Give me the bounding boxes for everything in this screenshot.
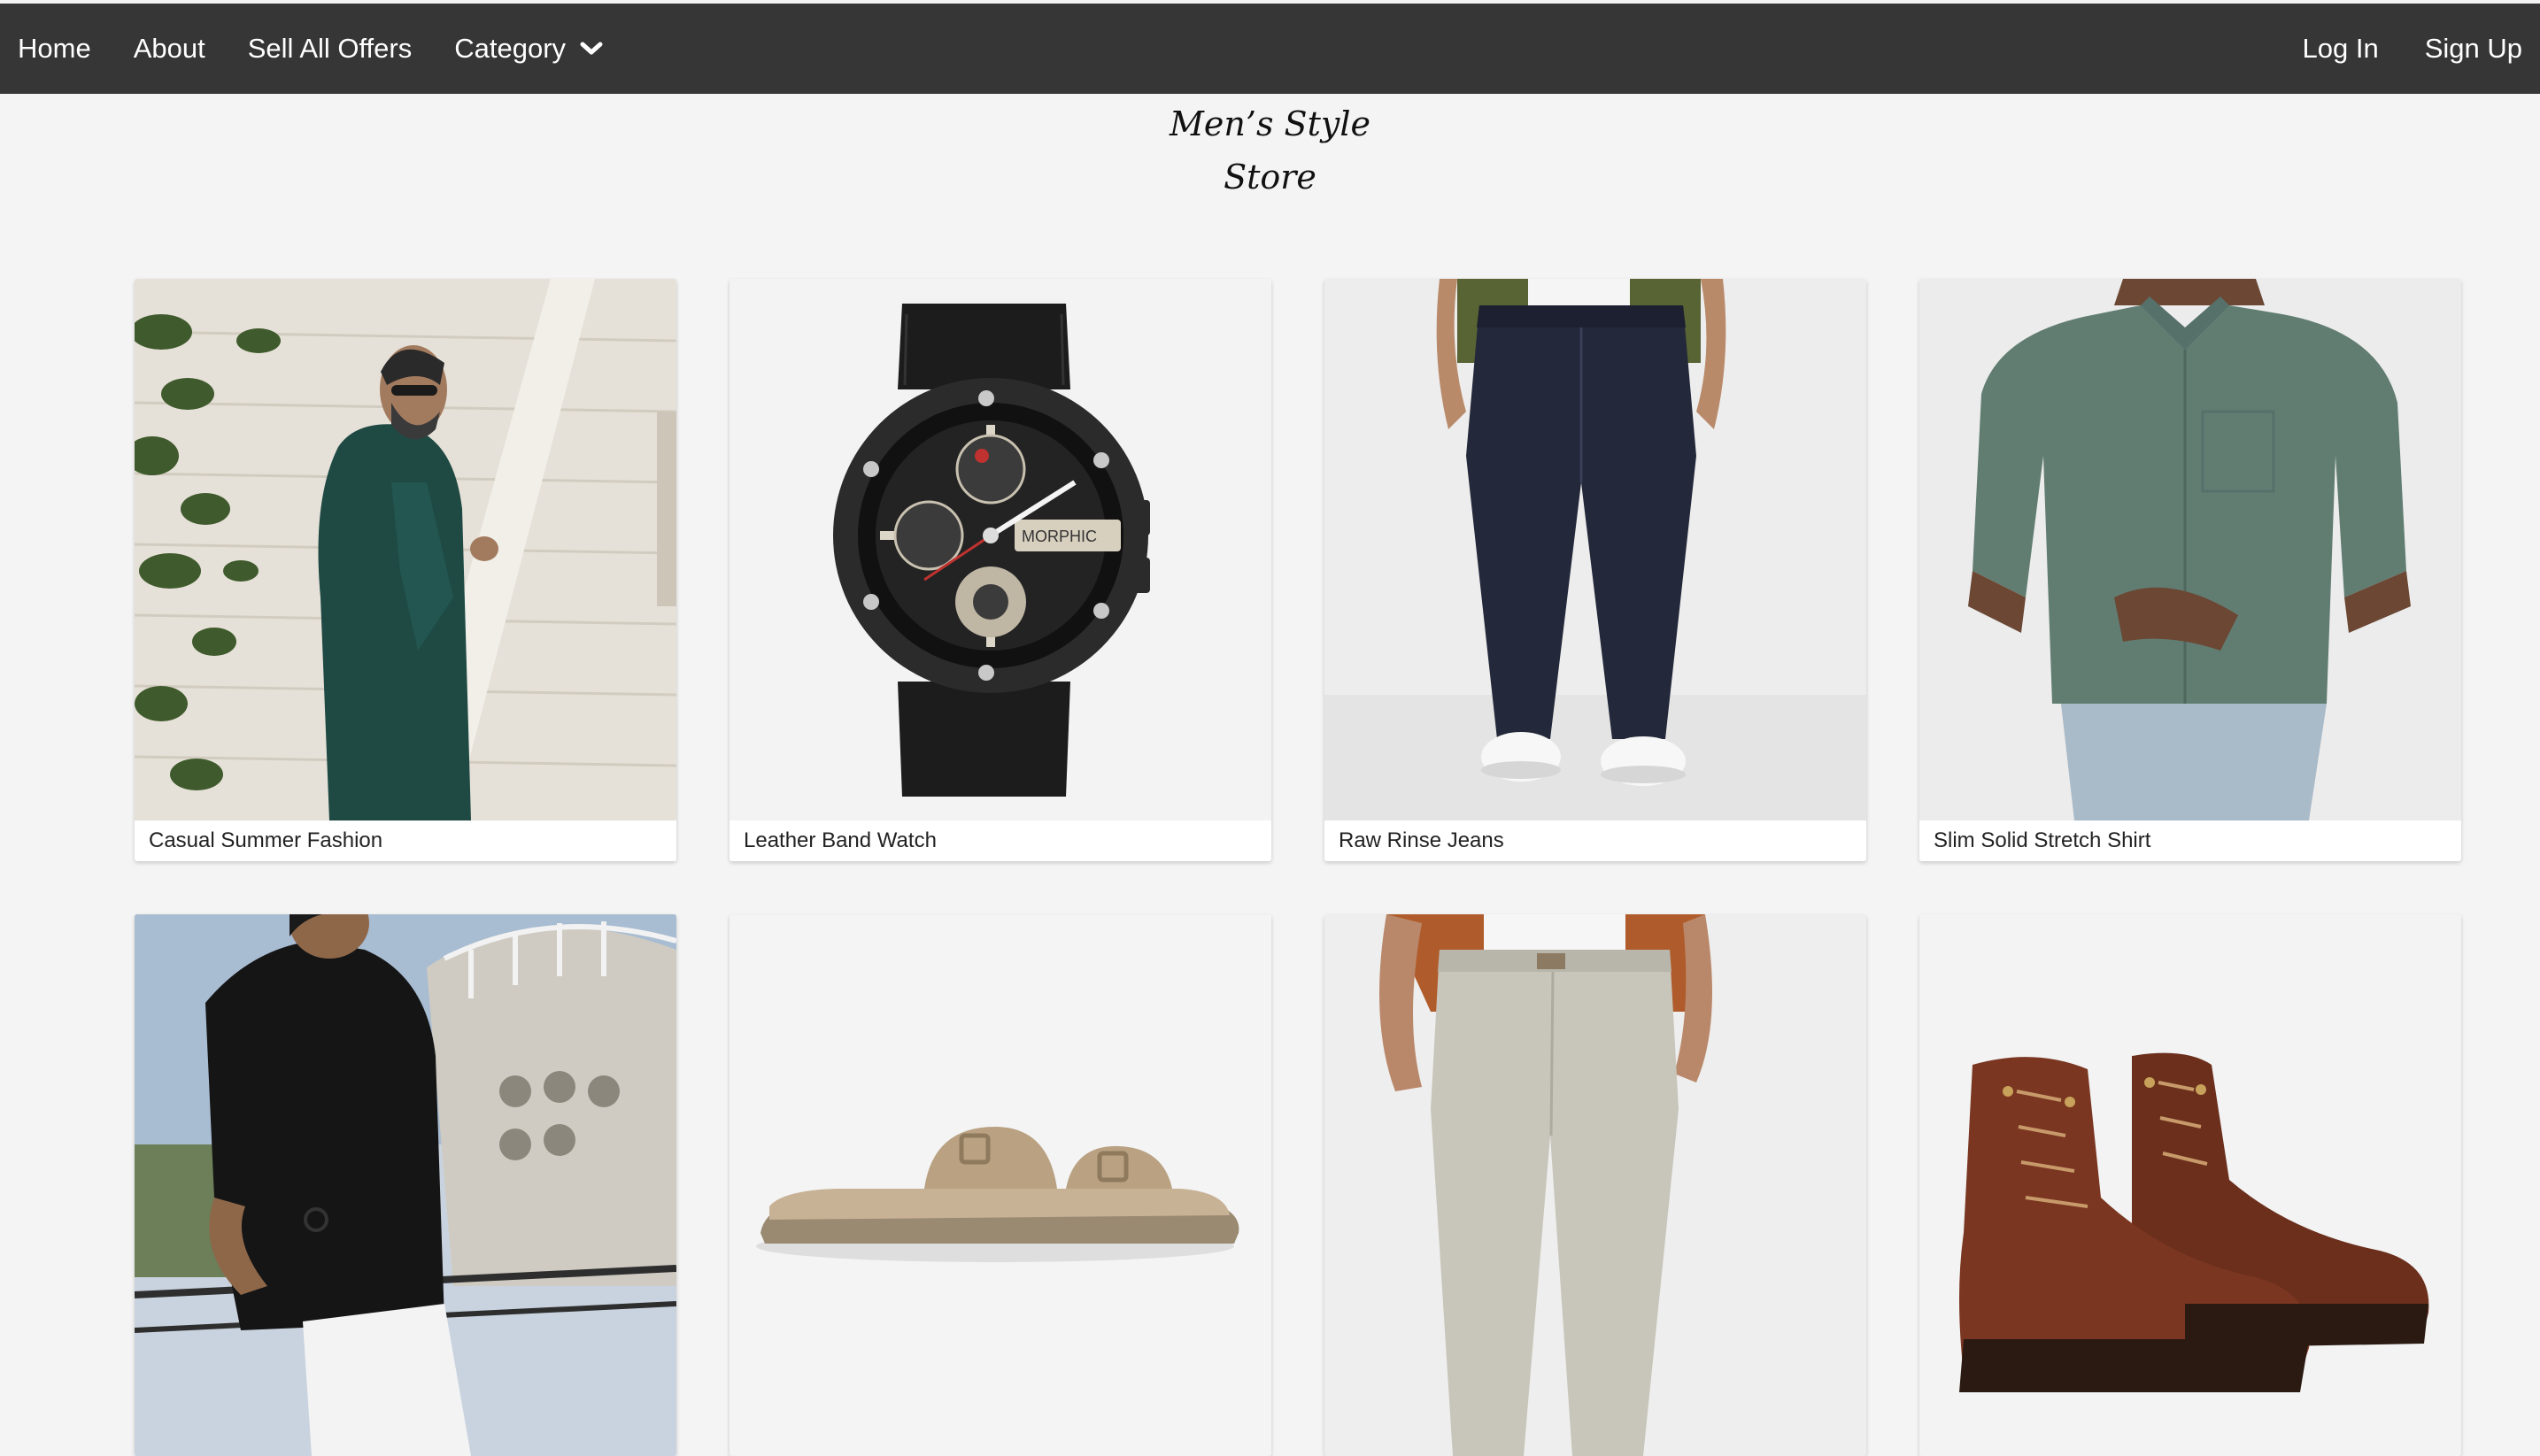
store-title: Men’s Style Store [0, 97, 2540, 204]
product-image[interactable] [1919, 279, 2461, 820]
login-link[interactable]: Log In [2303, 33, 2379, 65]
top-navbar: Home About Sell All Offers Category Log … [0, 4, 2540, 94]
product-card[interactable]: MORPHIC Leather Band Watch [730, 279, 1271, 861]
product-image[interactable] [730, 914, 1271, 1456]
product-card[interactable] [730, 914, 1271, 1456]
product-label[interactable]: Casual Summer Fashion [135, 820, 676, 861]
signup-link[interactable]: Sign Up [2425, 33, 2522, 65]
product-image[interactable] [1324, 914, 1866, 1456]
product-grid: Casual Summer Fashion MORPHIC [135, 279, 2461, 1456]
product-label[interactable]: Slim Solid Stretch Shirt [1919, 820, 2461, 861]
product-image[interactable] [135, 914, 676, 1456]
store-title-line2: Store [0, 150, 2540, 204]
category-dropdown[interactable]: Category [454, 33, 603, 65]
chevron-down-icon [580, 41, 603, 57]
nav-home-link[interactable]: Home [18, 33, 91, 65]
product-card[interactable] [135, 914, 676, 1456]
product-card[interactable] [1324, 914, 1866, 1456]
nav-offers-link[interactable]: Sell All Offers [248, 33, 413, 65]
product-image[interactable] [1324, 279, 1866, 820]
product-image[interactable] [1919, 914, 2461, 1456]
product-image[interactable] [135, 279, 676, 820]
category-label: Category [454, 33, 566, 65]
product-card[interactable]: Raw Rinse Jeans [1324, 279, 1866, 861]
product-label[interactable]: Leather Band Watch [730, 820, 1271, 861]
nav-right-group: Log In Sign Up [2303, 4, 2540, 94]
product-card[interactable]: Slim Solid Stretch Shirt [1919, 279, 2461, 861]
nav-about-link[interactable]: About [134, 33, 205, 65]
nav-left-group: Home About Sell All Offers Category [0, 4, 603, 94]
store-title-line1: Men’s Style [0, 97, 2540, 150]
product-image[interactable]: MORPHIC [730, 279, 1271, 820]
product-card[interactable] [1919, 914, 2461, 1456]
product-card[interactable]: Casual Summer Fashion [135, 279, 676, 861]
svg-text:MORPHIC: MORPHIC [1022, 528, 1097, 545]
product-label[interactable]: Raw Rinse Jeans [1324, 820, 1866, 861]
